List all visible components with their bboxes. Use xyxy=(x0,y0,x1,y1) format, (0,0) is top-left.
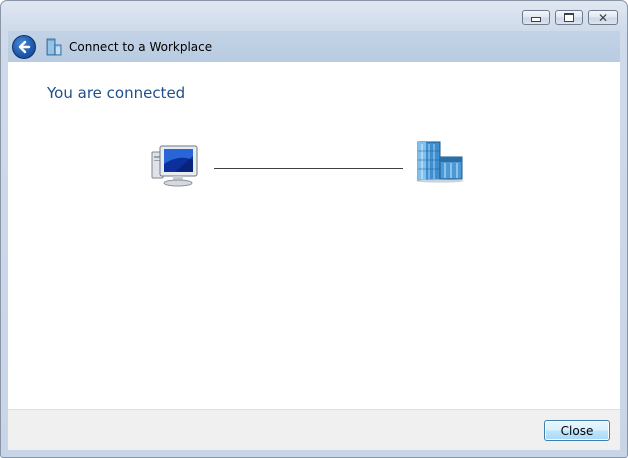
close-window-button[interactable]: ✕ xyxy=(588,10,618,25)
dialog-window: ✕ Connect to a Workplace You are connect… xyxy=(0,0,628,458)
dialog-title: Connect to a Workplace xyxy=(69,39,213,54)
computer-icon xyxy=(151,145,198,187)
back-arrow-icon xyxy=(18,40,31,53)
close-button[interactable]: Close xyxy=(544,420,610,441)
workplace-network-icon xyxy=(416,141,464,183)
workplace-building-icon xyxy=(46,38,62,55)
navigation-header: Connect to a Workplace xyxy=(8,31,620,62)
close-icon: ✕ xyxy=(597,10,609,25)
caption-buttons: ✕ xyxy=(522,10,618,25)
minimize-icon xyxy=(531,17,541,22)
back-button[interactable] xyxy=(12,34,36,59)
connection-diagram xyxy=(8,62,620,262)
main-content: You are connected xyxy=(8,62,620,409)
maximize-button[interactable] xyxy=(555,10,583,25)
dialog-footer: Close xyxy=(8,409,620,450)
connection-line xyxy=(214,168,403,169)
maximize-icon xyxy=(564,13,574,22)
minimize-button[interactable] xyxy=(522,10,550,25)
